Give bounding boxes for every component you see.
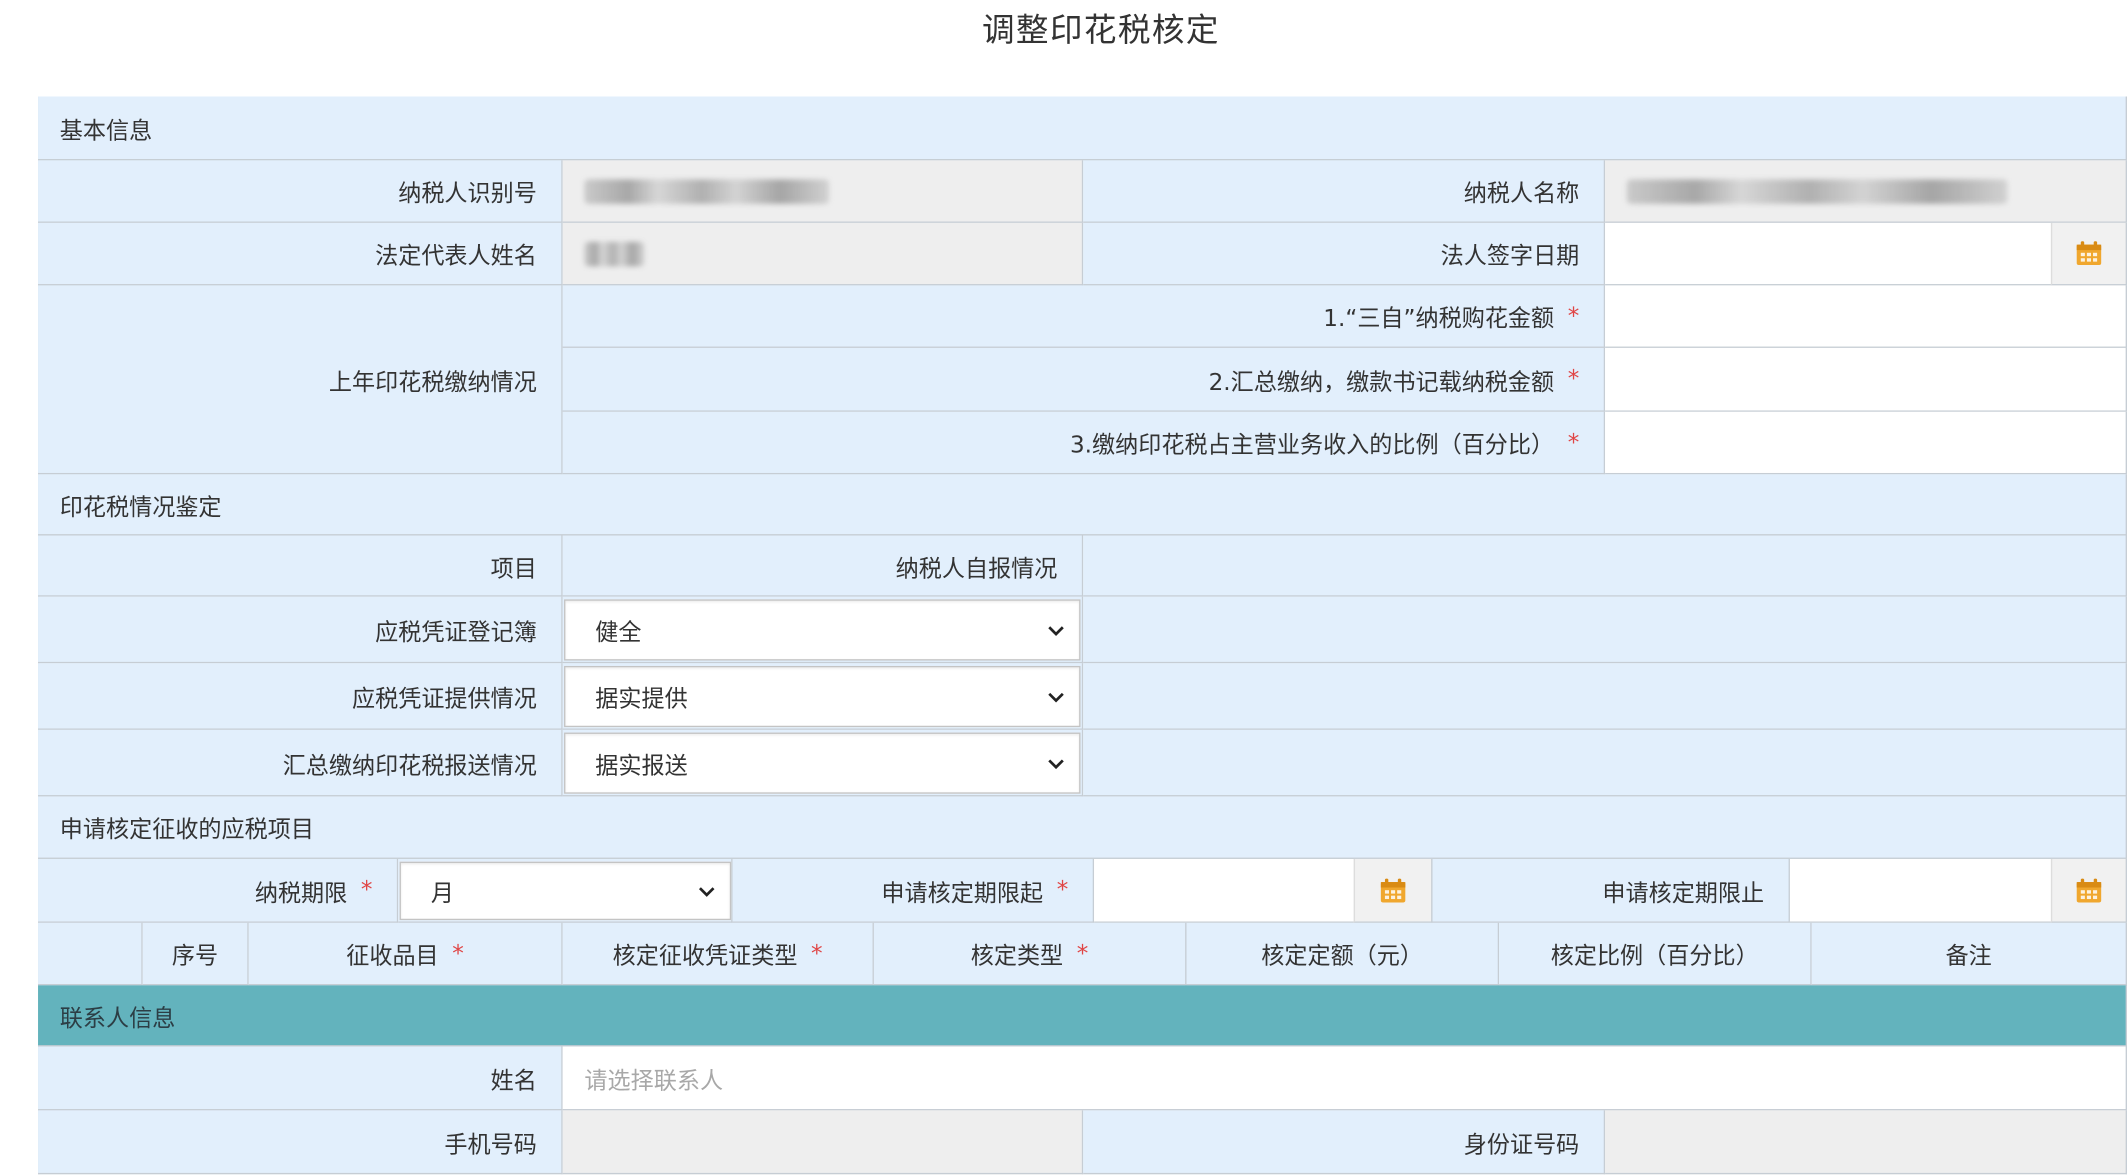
q3-label: 3.缴纳印花税占主营业务收入的比例（百分比） * [562,411,1606,475]
calendar-icon [2076,241,2102,266]
section-taxable-items: 申请核定征收的应税项目 [38,796,2127,859]
col-header-voucher-type-text: 核定征收凭证类型 [612,943,798,971]
last-year-label: 上年印花税缴纳情况 [38,285,563,475]
chevron-down-icon [1048,692,1064,702]
phone-field [562,1110,1084,1175]
blank-cell [1083,729,2127,797]
ledger-select[interactable]: 健全 [564,599,1081,661]
chevron-down-icon [1048,625,1064,636]
period-label-text: 纳税期限 [254,880,348,908]
legal-rep-label: 法定代表人姓名 [38,222,563,286]
chevron-down-icon [1048,758,1064,769]
start-date-label: 申请核定期限起 * [732,858,1095,923]
section-appraisal: 印花税情况鉴定 [38,474,2127,536]
period-select[interactable]: 月 [399,861,732,921]
col-header-ratio: 核定比例（百分比） [1499,922,1812,986]
taxpayer-id-label: 纳税人识别号 [38,160,563,223]
chevron-down-icon [698,886,715,897]
ledger-select-value: 健全 [595,619,642,647]
item-header: 项目 [38,535,563,597]
period-label: 纳税期限 * [38,858,399,923]
col-header-assess-type: 核定类型 * [873,922,1187,986]
col-header-voucher-type: 核定征收凭证类型 * [562,922,874,986]
contact-name-label: 姓名 [38,1046,563,1111]
calendar-icon [2076,877,2102,902]
redacted-value [1626,178,2008,204]
sign-date-label: 法人签字日期 [1083,222,1606,286]
redacted-value [584,241,645,266]
sign-date-input[interactable] [1605,222,2127,286]
q1-label-text: 1.“三自”纳税购花金额 [1323,305,1555,333]
required-mark: * [1056,876,1069,904]
q3-input[interactable] [1605,411,2127,475]
col-header-assess-type-text: 核定类型 [970,943,1064,971]
legal-rep-field [562,222,1084,286]
q1-label: 1.“三自”纳税购花金额 * [562,285,1606,348]
page-title: 调整印花税核定 [981,10,1220,49]
id-number-field [1605,1110,2127,1175]
sign-date-picker-button[interactable] [2050,222,2127,286]
required-mark: * [1567,428,1580,456]
phone-label: 手机号码 [38,1110,563,1175]
start-date-picker-button[interactable] [1353,858,1433,923]
start-date-label-text: 申请核定期限起 [881,880,1044,908]
blank-cell [1083,663,2127,730]
section-basic-info: 基本信息 [38,96,2127,161]
end-date-picker-button[interactable] [2050,858,2127,923]
voucher-provide-label: 应税凭证提供情况 [38,663,563,730]
self-report-header: 纳税人自报情况 [562,535,1084,597]
required-mark: * [1567,365,1580,393]
col-header-item: 征收品目 * [248,922,563,986]
blank-cell [1083,596,2127,664]
q3-label-text: 3.缴纳印花税占主营业务收入的比例（百分比） [1069,432,1555,460]
section-contact: 联系人信息 [38,985,2127,1047]
period-select-value: 月 [430,880,454,908]
contact-name-select[interactable]: 请选择联系人 [562,1046,2127,1111]
required-mark: * [1567,302,1580,330]
id-number-label: 身份证号码 [1083,1110,1606,1175]
col-header-remark: 备注 [1811,922,2127,986]
col-header-quota: 核定定额（元） [1186,922,1500,986]
required-mark: * [452,939,464,968]
calendar-icon [1380,877,1406,902]
summary-report-select[interactable]: 据实报送 [564,732,1081,794]
summary-report-select-value: 据实报送 [595,752,688,781]
q2-label-text: 2.汇总缴纳，缴款书记载纳税金额 [1208,368,1555,397]
q2-label: 2.汇总缴纳，缴款书记载纳税金额 * [562,347,1606,412]
end-date-label: 申请核定期限止 [1432,858,1790,923]
taxpayer-name-field [1605,160,2127,223]
required-mark: * [360,876,373,904]
voucher-provide-select-value: 据实提供 [595,686,688,714]
col-header-index: 序号 [142,922,249,986]
taxpayer-name-label: 纳税人名称 [1083,160,1606,223]
q1-input[interactable] [1605,285,2127,348]
ledger-label: 应税凭证登记簿 [38,596,563,664]
col-header-item-text: 征收品目 [346,943,439,971]
summary-report-label: 汇总缴纳印花税报送情况 [38,729,563,797]
blank-cell [1083,535,2127,597]
q2-input[interactable] [1605,347,2127,412]
redacted-value [584,178,830,204]
required-mark: * [811,939,823,968]
checkbox-column-header [38,922,143,986]
taxpayer-id-field [562,160,1084,223]
voucher-provide-select[interactable]: 据实提供 [564,665,1081,728]
required-mark: * [1076,939,1089,968]
